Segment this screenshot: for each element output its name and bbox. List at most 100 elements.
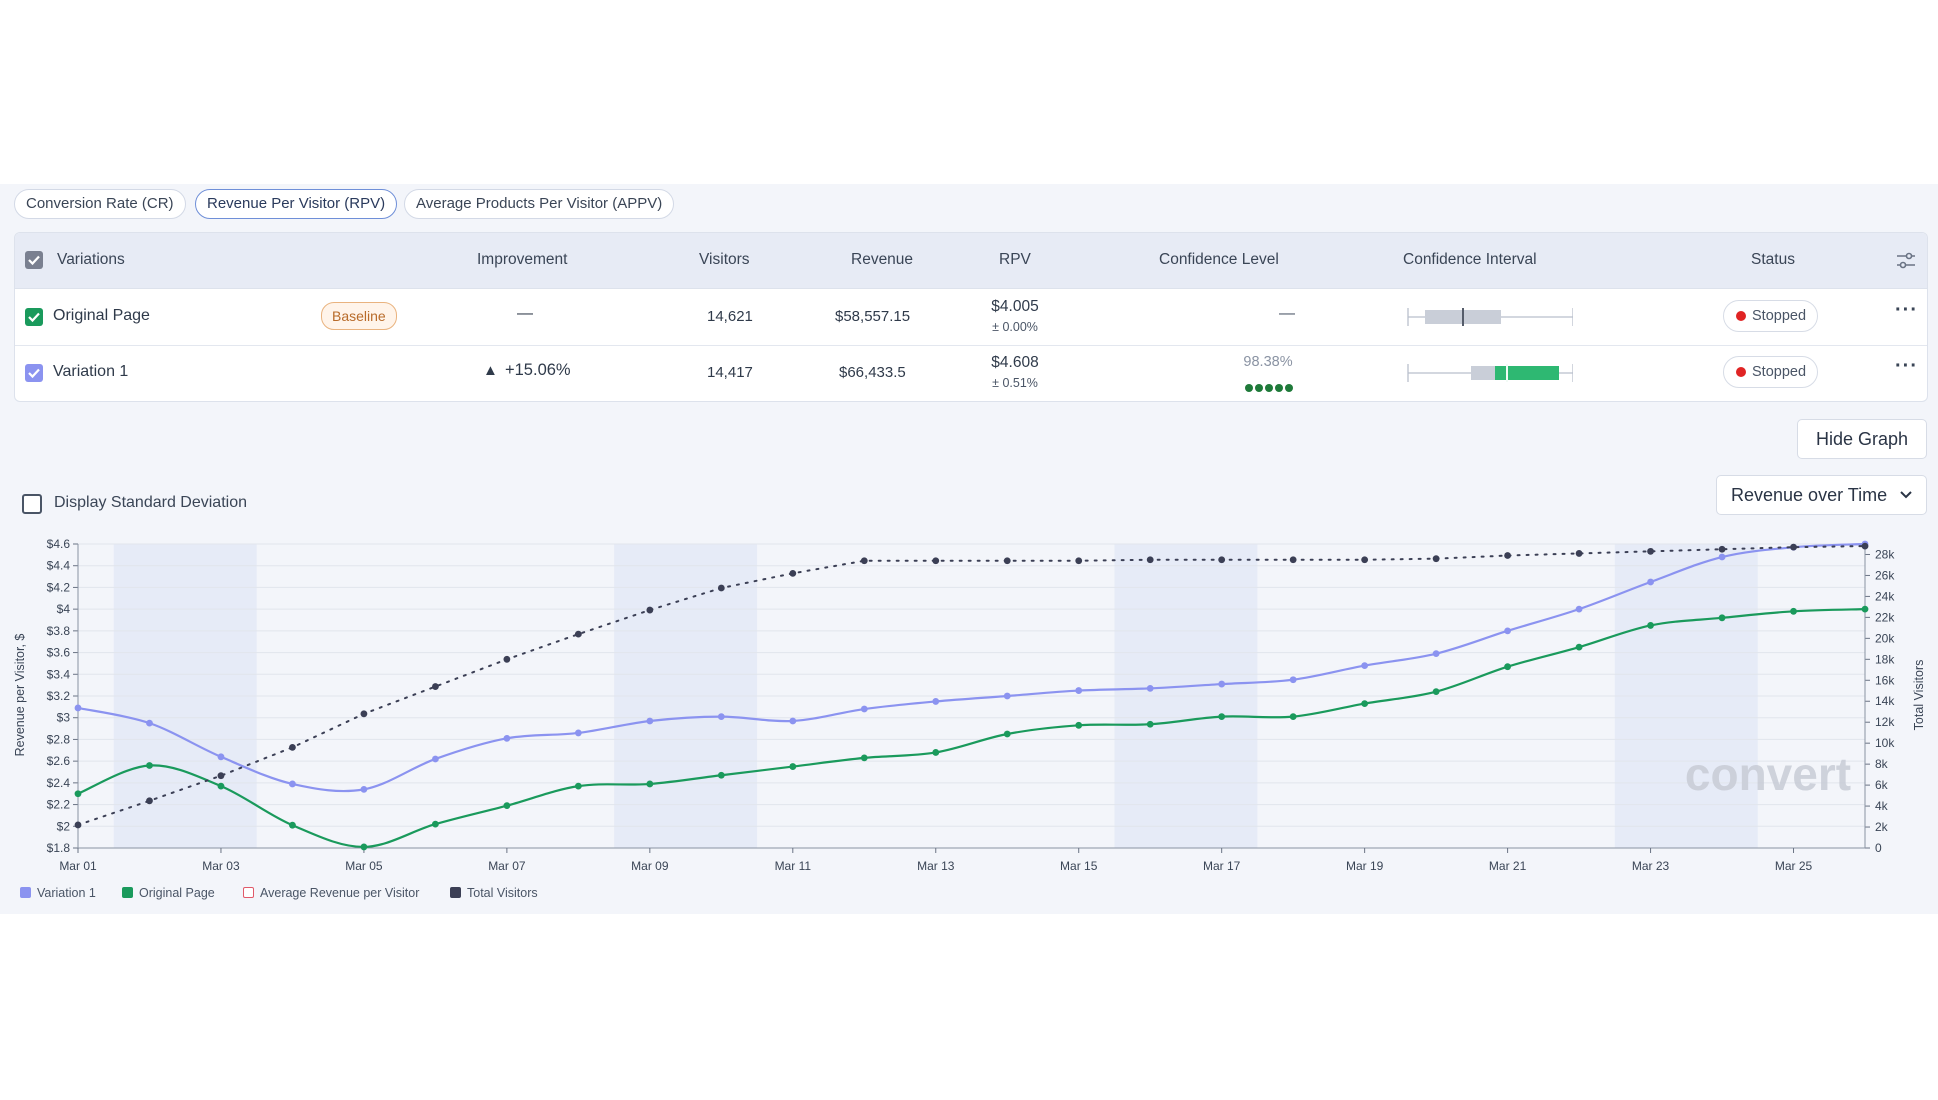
total-visitors-point <box>74 821 82 829</box>
legend-swatch <box>450 887 461 898</box>
select-all-checkbox[interactable] <box>25 251 43 269</box>
row-checkbox-variation-1[interactable] <box>25 364 43 382</box>
variation-1-line <box>77 542 1866 793</box>
column-settings-icon[interactable] <box>1895 251 1917 271</box>
y-tick-label: $4.2 <box>47 580 71 594</box>
original-page-point <box>1647 622 1654 629</box>
confidence-level-value: 98.38% <box>1243 354 1293 370</box>
total-visitors-point <box>1575 550 1583 557</box>
original-page-point <box>146 762 153 769</box>
confidence-dot <box>1255 384 1263 392</box>
improvement-value: — <box>517 305 533 322</box>
graph-metric-dropdown[interactable]: Revenue over Time <box>1716 475 1927 515</box>
status-badge: Stopped <box>1723 300 1819 332</box>
y-tick-label: $2 <box>57 819 71 833</box>
legend-label: Total Visitors <box>467 886 538 900</box>
rpv-error: ± 0.51% <box>992 376 1038 390</box>
variation-1-point <box>1289 676 1297 684</box>
tab-conversion-rate[interactable]: Conversion Rate (CR) <box>14 189 186 219</box>
confidence-level-value: — <box>1279 305 1295 322</box>
row-checkbox-original-page[interactable] <box>25 308 43 326</box>
original-page-point <box>646 780 654 788</box>
original-page-point <box>1432 688 1440 696</box>
total-visitors-point <box>1218 556 1226 564</box>
header-visitors[interactable]: Visitors <box>699 251 750 269</box>
variation-1-point <box>789 717 797 725</box>
visitors-value: 14,417 <box>707 364 753 381</box>
legend-item-total-visitors[interactable]: Total Visitors <box>450 886 538 900</box>
x-tick-label: Mar 19 <box>1346 859 1384 870</box>
original-page-point <box>1504 663 1511 671</box>
y2-tick-label: 10k <box>1875 736 1895 750</box>
original-page-point <box>1146 720 1154 728</box>
header-confidence-interval[interactable]: Confidence Interval <box>1403 251 1537 269</box>
variation-1-point <box>717 713 725 721</box>
total-visitors-point <box>1861 542 1869 550</box>
confidence-dot <box>1265 384 1273 392</box>
total-visitors-point <box>1289 556 1297 564</box>
total-visitors-point <box>1361 556 1369 564</box>
variation-1-point <box>432 755 439 763</box>
std-deviation-checkbox[interactable] <box>22 494 42 514</box>
chevron-down-icon <box>1900 491 1912 499</box>
legend-item-average-revenue-per-visitor[interactable]: Average Revenue per Visitor <box>243 886 419 900</box>
header-rpv[interactable]: RPV <box>999 251 1031 269</box>
x-tick-label: Mar 05 <box>345 859 383 870</box>
more-options-icon[interactable]: ··· <box>1895 355 1918 378</box>
original-page-point <box>860 754 868 762</box>
y2-axis-label: Total Visitors <box>1912 660 1926 731</box>
legend-label: Original Page <box>139 886 215 900</box>
header-improvement[interactable]: Improvement <box>477 251 567 269</box>
variation-1-point <box>1003 692 1011 700</box>
legend-swatch <box>20 887 31 898</box>
y2-tick-label: 8k <box>1875 757 1889 771</box>
variation-1-point <box>1361 662 1369 669</box>
legend-item-original-page[interactable]: Original Page <box>122 886 215 900</box>
variation-1-point <box>1504 627 1511 635</box>
x-tick-label: Mar 07 <box>488 859 526 870</box>
x-tick-label: Mar 03 <box>202 859 240 870</box>
hide-graph-button[interactable]: Hide Graph <box>1797 419 1927 459</box>
confidence-dots <box>1229 379 1309 397</box>
header-variations[interactable]: Variations <box>57 251 125 269</box>
status-badge: Stopped <box>1723 356 1819 388</box>
y2-tick-label: 6k <box>1875 778 1889 792</box>
variation-name[interactable]: Variation 1 <box>53 363 128 381</box>
header-confidence-level[interactable]: Confidence Level <box>1159 251 1279 269</box>
std-deviation-label: Display Standard Deviation <box>54 494 247 511</box>
total-visitors-point <box>717 584 725 592</box>
variation-1-point <box>1575 605 1583 613</box>
stopped-indicator-icon <box>1736 311 1746 321</box>
tab-average-products-per-visitor[interactable]: Average Products Per Visitor (APPV) <box>404 189 675 219</box>
rpv-value: $4.005 <box>991 298 1039 315</box>
total-visitors-point <box>503 655 511 663</box>
header-revenue[interactable]: Revenue <box>851 251 913 269</box>
variation-1-point <box>503 734 511 742</box>
variation-name[interactable]: Original Page <box>53 307 150 325</box>
variation-1-point <box>1647 578 1654 586</box>
original-page-point <box>503 802 511 810</box>
variation-1-point <box>932 698 940 705</box>
table-row-variation-1[interactable]: Variation 1 ▲ +15.06% 14,417 $66,433.5 $… <box>15 345 1927 401</box>
y2-tick-label: 20k <box>1875 631 1895 645</box>
total-visitors-point <box>1003 557 1011 565</box>
x-tick-label: Mar 09 <box>631 859 669 870</box>
confidence-dot <box>1275 384 1283 392</box>
legend-item-variation-1[interactable]: Variation 1 <box>20 886 96 900</box>
y2-tick-label: 0 <box>1875 841 1882 855</box>
y2-tick-label: 16k <box>1875 673 1895 687</box>
visitors-value: 14,621 <box>707 308 753 325</box>
tab-revenue-per-visitor[interactable]: Revenue Per Visitor (RPV) <box>195 189 398 219</box>
y2-tick-label: 12k <box>1875 715 1895 729</box>
total-visitors-point <box>1790 543 1797 551</box>
more-options-icon[interactable]: ··· <box>1895 299 1918 322</box>
table-row-original-page[interactable]: Original Page Baseline — 14,621 $58,557.… <box>15 289 1927 346</box>
original-page-point <box>1361 700 1369 707</box>
total-visitors-point <box>1718 545 1726 553</box>
total-visitors-point <box>146 797 153 805</box>
legend-swatch <box>122 887 133 898</box>
header-status[interactable]: Status <box>1751 251 1795 269</box>
x-tick-label: Mar 15 <box>1060 859 1098 870</box>
y2-tick-label: 4k <box>1875 799 1889 813</box>
confidence-interval-plot <box>1407 308 1573 326</box>
